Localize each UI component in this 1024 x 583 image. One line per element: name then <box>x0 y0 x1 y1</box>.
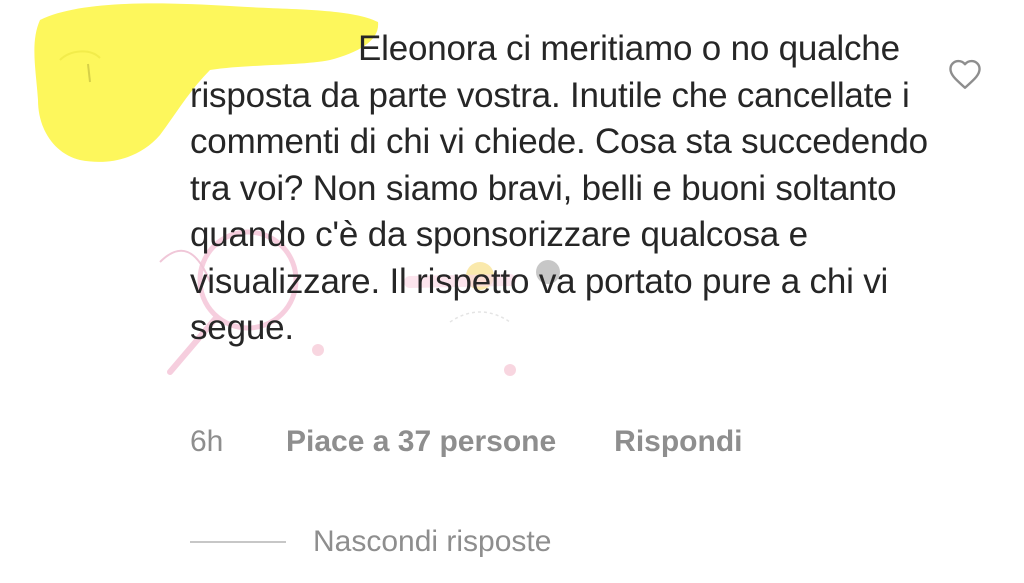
comment-screen: Eleonora ci meritiamo o no qualche rispo… <box>0 0 1024 583</box>
replies-divider <box>190 541 286 543</box>
comment-meta: 6h Piace a 37 persone Rispondi <box>190 420 743 464</box>
heart-outline-icon[interactable] <box>946 56 984 92</box>
comment-body: Eleonora ci meritiamo o no qualche rispo… <box>190 26 930 352</box>
comment-text: Eleonora ci meritiamo o no qualche rispo… <box>190 29 928 347</box>
hide-replies-label: Nascondi risposte <box>313 525 552 558</box>
comment-timestamp: 6h <box>190 425 224 458</box>
reply-button[interactable]: Rispondi <box>614 425 742 459</box>
hide-replies-toggle[interactable]: Nascondi risposte <box>190 522 551 562</box>
likes-count-link[interactable]: Piace a 37 persone <box>286 425 556 459</box>
